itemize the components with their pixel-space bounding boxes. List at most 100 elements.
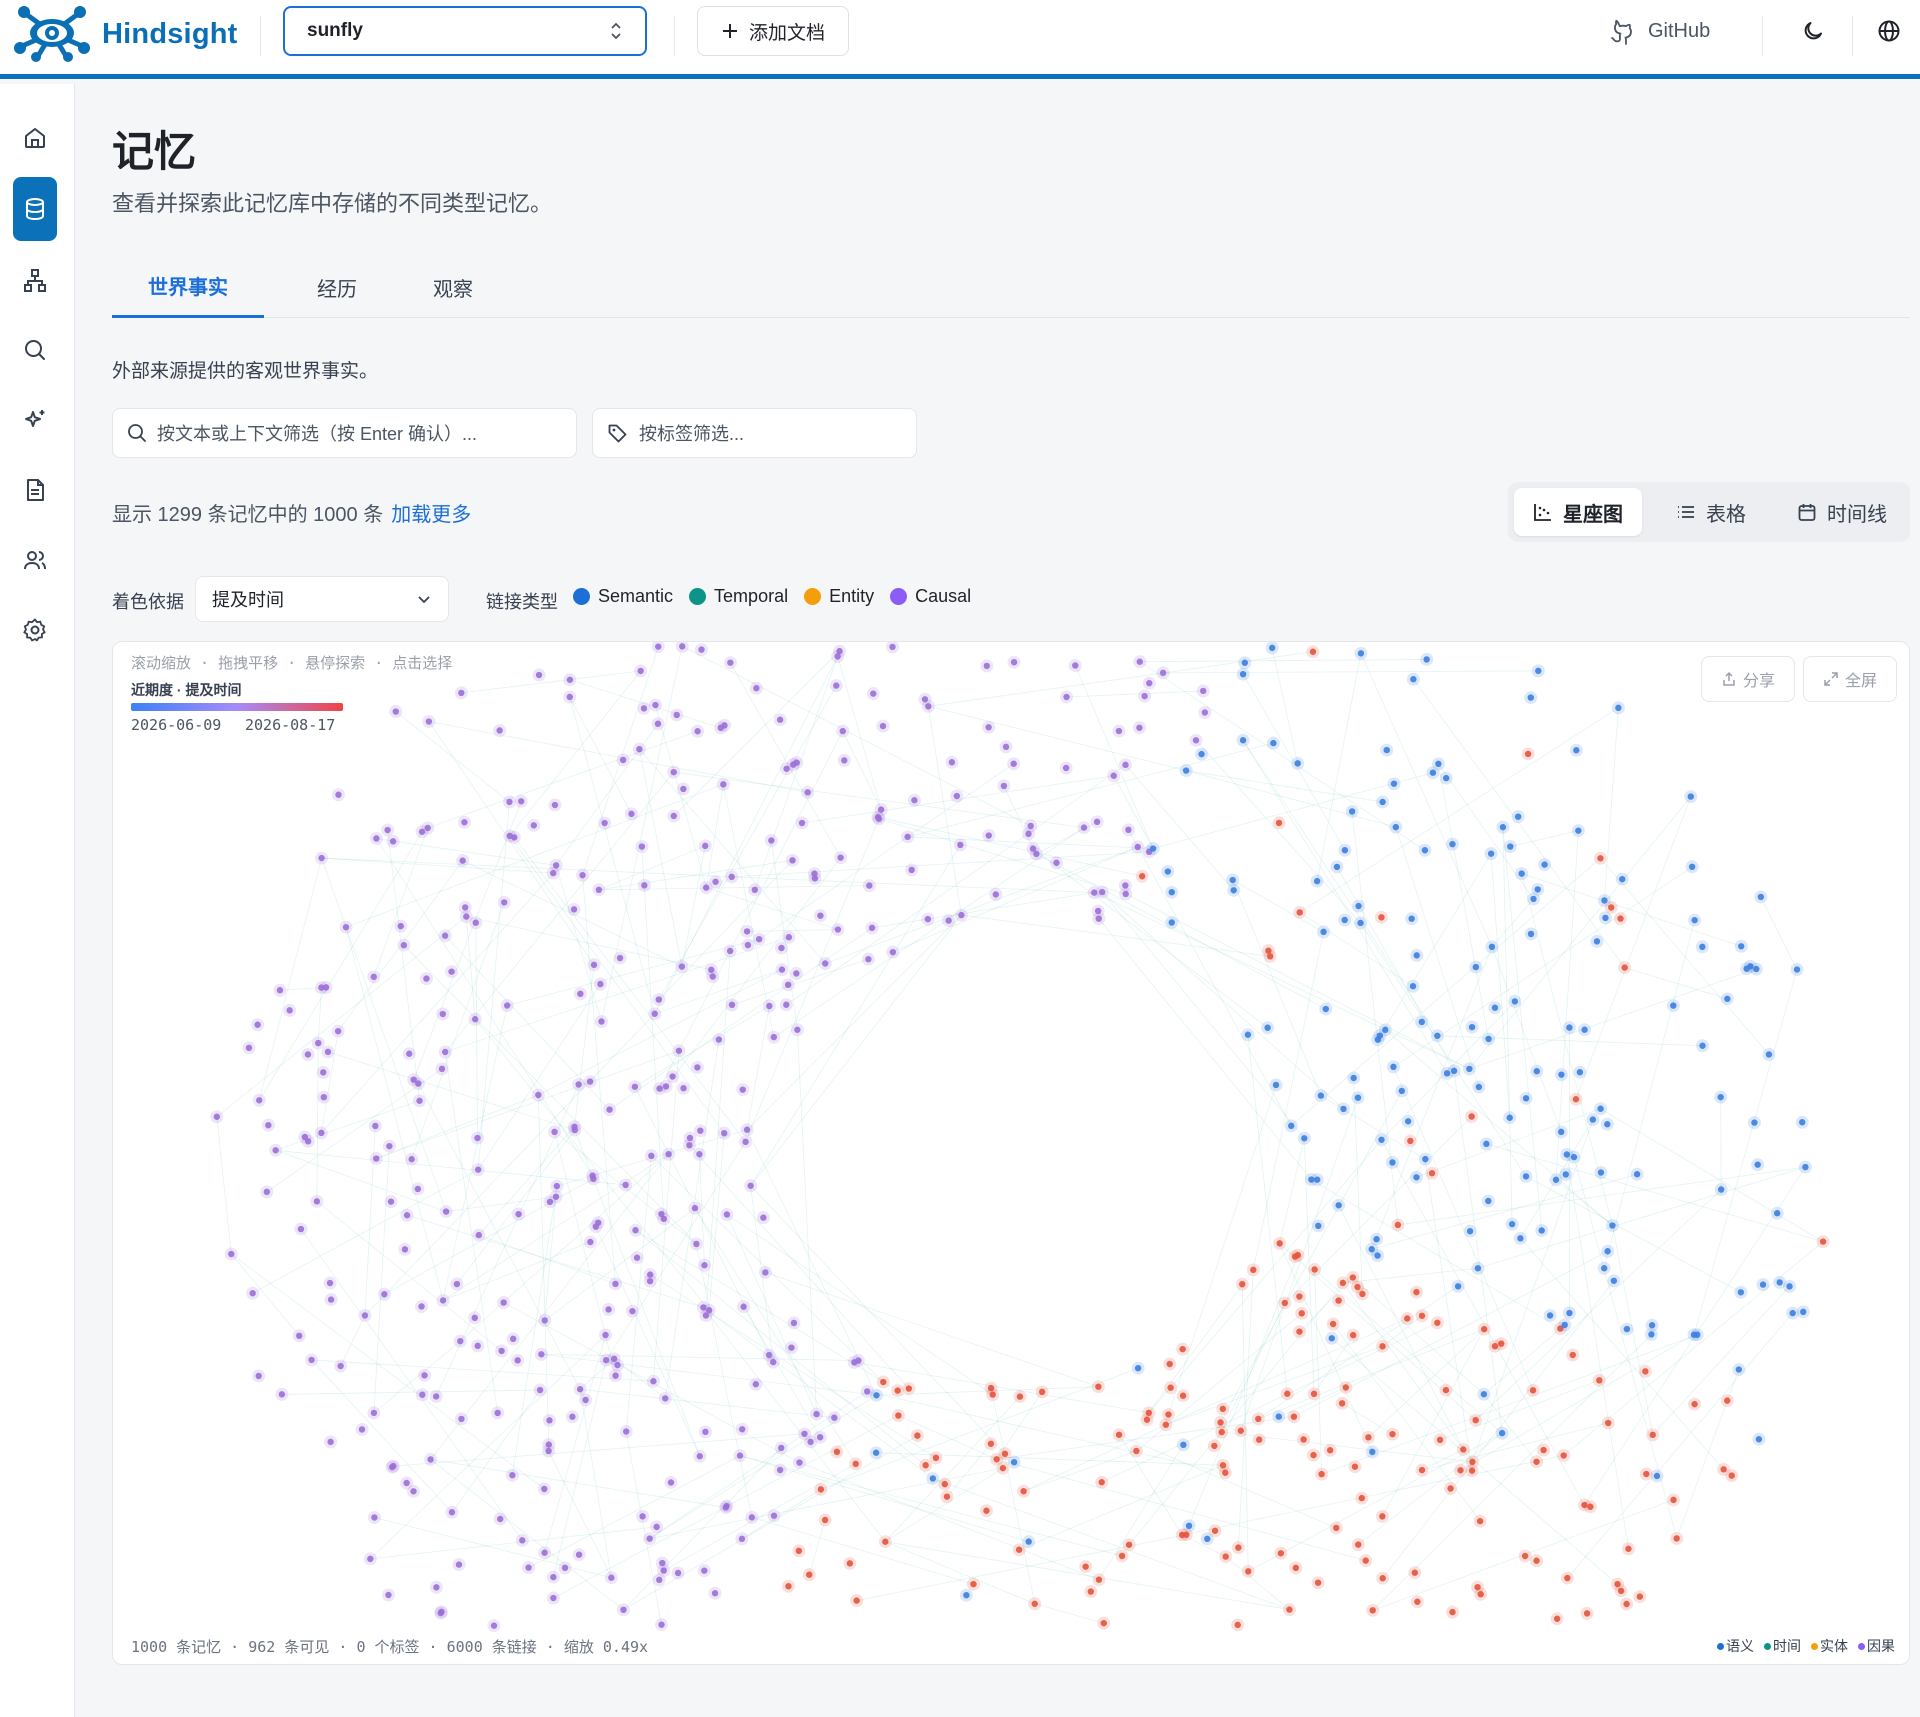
memory-node[interactable] [702, 842, 709, 850]
memory-node[interactable] [821, 1516, 829, 1524]
memory-node[interactable] [1593, 938, 1601, 945]
memory-node[interactable] [853, 1597, 860, 1604]
memory-node[interactable] [1623, 1600, 1630, 1608]
memory-node[interactable] [740, 1303, 747, 1310]
memory-node[interactable] [1368, 1246, 1375, 1253]
memory-node[interactable] [1480, 1391, 1488, 1398]
memory-node[interactable] [1457, 1467, 1464, 1474]
memory-node[interactable] [875, 815, 883, 822]
memory-node[interactable] [1143, 1416, 1151, 1423]
memory-node[interactable] [538, 1351, 545, 1358]
memory-node[interactable] [1284, 1390, 1291, 1397]
memory-node[interactable] [670, 768, 677, 776]
memory-node[interactable] [1621, 964, 1628, 971]
memory-node[interactable] [286, 1007, 293, 1014]
memory-node[interactable] [726, 947, 734, 955]
memory-node[interactable] [463, 913, 470, 920]
memory-node[interactable] [586, 1078, 594, 1085]
memory-node[interactable] [384, 826, 391, 834]
memory-node[interactable] [457, 1337, 464, 1345]
memory-node[interactable] [1786, 1283, 1793, 1290]
memory-node[interactable] [742, 1138, 749, 1146]
memory-node[interactable] [337, 1362, 344, 1370]
memory-node[interactable] [831, 1414, 838, 1421]
memory-node[interactable] [1409, 983, 1417, 990]
memory-node[interactable] [1514, 813, 1522, 820]
memory-node[interactable] [575, 1551, 583, 1558]
memory-node[interactable] [497, 1515, 504, 1523]
memory-node[interactable] [1369, 1607, 1376, 1614]
memory-node[interactable] [1572, 1096, 1580, 1103]
memory-node[interactable] [1294, 760, 1301, 767]
memory-node[interactable] [575, 1081, 582, 1088]
memory-node[interactable] [1098, 1479, 1105, 1486]
memory-node[interactable] [1518, 870, 1525, 877]
link-type-entity[interactable]: Entity [804, 586, 874, 607]
memory-node[interactable] [1449, 840, 1456, 848]
memory-node[interactable] [1080, 824, 1088, 831]
memory-node[interactable] [1115, 1431, 1123, 1438]
memory-node[interactable] [255, 1372, 262, 1380]
memory-node[interactable] [648, 1152, 655, 1160]
memory-node[interactable] [839, 727, 846, 735]
memory-node[interactable] [811, 875, 819, 882]
memory-node[interactable] [1342, 1384, 1350, 1391]
memory-node[interactable] [807, 1438, 814, 1446]
memory-node[interactable] [1211, 1527, 1219, 1534]
memory-node[interactable] [1398, 1087, 1405, 1095]
memory-node[interactable] [1436, 1436, 1444, 1444]
memory-node[interactable] [1434, 1032, 1441, 1039]
memory-node[interactable] [401, 1246, 409, 1253]
memory-node[interactable] [924, 915, 932, 923]
memory-node[interactable] [751, 886, 759, 894]
memory-node[interactable] [496, 727, 503, 734]
memory-node[interactable] [1219, 1405, 1227, 1413]
memory-node[interactable] [793, 759, 800, 766]
tag-filter-input[interactable]: 按标签筛选... [592, 408, 917, 458]
memory-node[interactable] [1754, 1161, 1761, 1168]
memory-node[interactable] [778, 966, 786, 973]
memory-node[interactable] [1499, 823, 1507, 831]
memory-node[interactable] [1428, 1170, 1436, 1177]
memory-node[interactable] [1168, 919, 1175, 926]
memory-node[interactable] [1235, 1544, 1242, 1551]
memory-node[interactable] [471, 1314, 478, 1322]
memory-node[interactable] [1773, 1210, 1781, 1217]
memory-node[interactable] [1072, 662, 1079, 669]
memory-node[interactable] [1687, 793, 1694, 800]
memory-node[interactable] [1535, 667, 1542, 675]
memory-node[interactable] [1649, 1431, 1656, 1439]
memory-node[interactable] [569, 1413, 576, 1420]
sidebar-item-entities[interactable] [13, 258, 57, 302]
memory-node[interactable] [1250, 1266, 1257, 1274]
sidebar-item-home[interactable] [13, 116, 57, 160]
memory-node[interactable] [590, 961, 598, 969]
memory-node[interactable] [1648, 1322, 1656, 1329]
memory-node[interactable] [1802, 1163, 1809, 1171]
memory-node[interactable] [905, 1385, 913, 1392]
memory-node[interactable] [373, 835, 380, 842]
memory-node[interactable] [680, 1085, 687, 1092]
memory-node[interactable] [1335, 1297, 1342, 1304]
memory-node[interactable] [1581, 1026, 1588, 1033]
github-link[interactable]: GitHub [1610, 14, 1710, 48]
memory-node[interactable] [870, 690, 877, 697]
memory-node[interactable] [691, 1204, 699, 1212]
memory-node[interactable] [739, 1086, 746, 1093]
memory-node[interactable] [1245, 1568, 1252, 1575]
memory-node[interactable] [403, 1212, 411, 1219]
memory-node[interactable] [640, 705, 648, 712]
memory-node[interactable] [370, 1409, 378, 1417]
memory-node[interactable] [866, 882, 873, 889]
memory-node[interactable] [1264, 1024, 1271, 1031]
memory-node[interactable] [778, 944, 785, 952]
memory-node[interactable] [652, 701, 659, 709]
memory-node[interactable] [1576, 1068, 1584, 1076]
memory-node[interactable] [1508, 1220, 1516, 1228]
memory-node[interactable] [762, 1269, 769, 1276]
memory-node[interactable] [1183, 1531, 1190, 1538]
memory-node[interactable] [953, 792, 961, 800]
memory-node[interactable] [423, 975, 430, 982]
memory-node[interactable] [694, 728, 701, 735]
memory-node[interactable] [1541, 861, 1548, 868]
